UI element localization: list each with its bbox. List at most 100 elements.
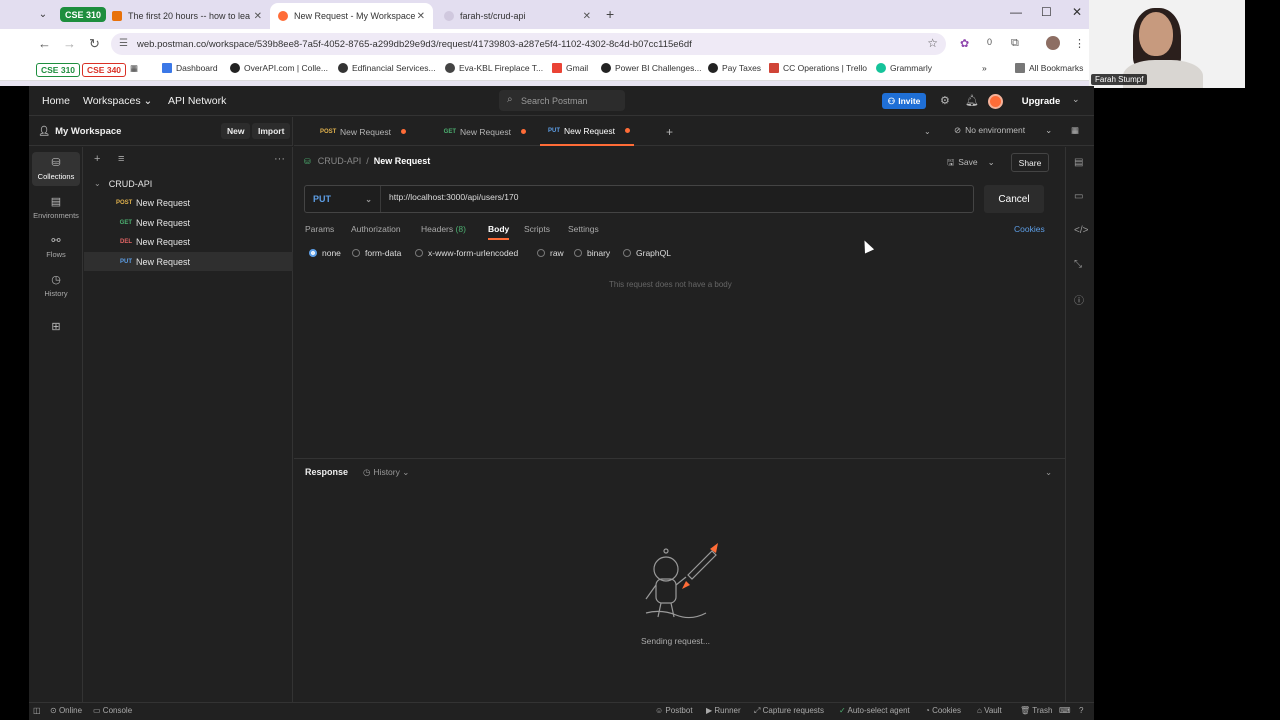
new-tab-icon[interactable]: + — [606, 6, 614, 22]
response-divider[interactable] — [294, 458, 1065, 459]
close-window-icon[interactable]: ✕ — [1072, 5, 1082, 19]
new-button[interactable]: New — [221, 123, 251, 139]
filter-icon[interactable]: ≡ — [118, 153, 124, 165]
tree-request-put[interactable]: PUT New Request — [84, 252, 293, 271]
more-bookmarks-icon[interactable]: » — [982, 63, 987, 73]
cancel-button[interactable]: Cancel — [984, 185, 1044, 213]
bookmark-group-cse310[interactable]: CSE 310 — [36, 63, 81, 77]
site-info-icon[interactable]: ☰ — [119, 38, 128, 49]
toggle-sidebar-icon[interactable]: ◫ — [33, 706, 41, 715]
status-capture-requests[interactable]: ⤢ Capture requests — [754, 706, 824, 716]
tab-authorization[interactable]: Authorization — [351, 224, 401, 234]
code-icon[interactable]: </> — [1074, 225, 1088, 236]
tab-headers[interactable]: Headers (8) — [421, 224, 466, 234]
nav-api-network[interactable]: API Network — [168, 95, 226, 107]
response-history-button[interactable]: ◷ History ⌄ — [363, 467, 409, 478]
address-bar[interactable]: ☰ web.postman.co/workspace/539b8ee8-7a5f… — [111, 33, 946, 55]
tree-request-delete[interactable]: DEL New Request — [84, 232, 293, 251]
browser-menu-icon[interactable]: ⋮ — [1074, 37, 1085, 50]
search-input[interactable]: ⌕ Search Postman — [499, 90, 625, 111]
bookmark-star-icon[interactable]: ☆ — [927, 36, 938, 50]
bookmark-trello[interactable]: CC Operations | Trello — [769, 63, 867, 73]
collection-crud-api[interactable]: ⌄ CRUD-API — [84, 174, 293, 193]
new-tab-plus-icon[interactable]: + — [666, 117, 673, 146]
browser-tab[interactable]: farah-st/crud-api ✕ — [436, 3, 599, 29]
documentation-icon[interactable]: ▤ — [1074, 157, 1083, 168]
browser-tab[interactable]: The first 20 hours -- how to lea ✕ — [104, 3, 270, 29]
bookmark-gmail[interactable]: Gmail — [552, 63, 588, 73]
bookmark-grammarly[interactable]: Grammarly — [876, 63, 932, 73]
all-bookmarks[interactable]: All Bookmarks — [1015, 63, 1083, 73]
bookmark-group-cse340[interactable]: CSE 340 — [82, 63, 127, 77]
extension-icon[interactable]: ✿ — [960, 37, 969, 50]
close-tab-icon[interactable]: ✕ — [583, 11, 591, 22]
request-tab-post[interactable]: POST New Request — [320, 117, 407, 146]
share-button[interactable]: Share — [1011, 153, 1049, 172]
environment-select[interactable]: ⊘ No environment ⌄ — [954, 125, 1052, 136]
more-options-icon[interactable]: ··· — [274, 153, 285, 165]
tab-params[interactable]: Params — [305, 224, 334, 234]
rail-configure[interactable]: ⊞ — [32, 316, 80, 350]
radio-graphql[interactable]: GraphQL — [623, 248, 671, 258]
rail-environments[interactable]: ▤ Environments — [32, 191, 80, 225]
radio-binary[interactable]: binary — [574, 248, 610, 258]
nav-home[interactable]: Home — [42, 95, 70, 107]
status-vault[interactable]: ⌂ Vault — [977, 706, 1002, 715]
status-console[interactable]: ▭ Console — [93, 706, 132, 715]
bookmark-power-bi[interactable]: Power BI Challenges... — [601, 63, 701, 73]
rail-history[interactable]: ◷ History — [32, 269, 80, 303]
status-runner[interactable]: ▶ Runner — [706, 706, 741, 715]
notifications-bell-icon[interactable]: 🔔︎ — [965, 94, 979, 107]
close-tab-icon[interactable]: ✕ — [254, 11, 262, 22]
info-icon[interactable]: ⓘ — [1074, 292, 1084, 307]
request-tab-put[interactable]: PUT New Request — [540, 117, 635, 146]
radio-raw[interactable]: raw — [537, 248, 564, 258]
bookmark-overapi[interactable]: OverAPI.com | Colle... — [230, 63, 328, 73]
back-icon[interactable]: ← — [38, 36, 51, 51]
status-cookies[interactable]: ◔ Cookies — [925, 706, 961, 715]
rail-flows[interactable]: ⚯ Flows — [32, 230, 80, 264]
browser-tab-active[interactable]: New Request - My Workspace ✕ — [270, 3, 433, 29]
status-trash[interactable]: 🗑︎ Trash — [1020, 706, 1052, 715]
extensions-puzzle-icon[interactable]: ⧉ — [1011, 37, 1019, 50]
nav-workspaces[interactable]: Workspaces ⌄ — [83, 95, 152, 107]
tabs-dropdown-icon[interactable]: ⌄ — [924, 117, 931, 146]
status-auto-select-agent[interactable]: ✓ Auto-select agent — [839, 706, 910, 715]
related-collections-icon[interactable]: ⤡ — [1074, 259, 1082, 270]
tree-request-post[interactable]: POST New Request — [84, 193, 293, 212]
add-icon[interactable]: + — [94, 153, 100, 165]
url-input[interactable]: http://localhost:3000/api/users/170 — [389, 192, 518, 202]
rail-collections[interactable]: ⛁ Collections — [32, 152, 80, 186]
radio-none[interactable]: none — [309, 248, 341, 258]
radio-x-www-form-urlencoded[interactable]: x-www-form-urlencoded — [415, 248, 518, 258]
close-tab-icon[interactable]: ✕ — [417, 11, 425, 22]
workspace-title[interactable]: 👤︎ My Workspace — [38, 126, 121, 137]
minimize-icon[interactable]: — — [1010, 5, 1022, 19]
environment-quick-look-icon[interactable]: ▦ — [1071, 125, 1079, 136]
chevron-down-icon[interactable]: ⌄ — [1072, 94, 1080, 105]
bookmark-edfinancial[interactable]: Edfinancial Services... — [338, 63, 436, 73]
tab-scripts[interactable]: Scripts — [524, 224, 550, 234]
reload-icon[interactable]: ↻ — [89, 36, 100, 52]
upgrade-button[interactable]: Upgrade — [1015, 93, 1067, 109]
tab-search-icon[interactable]: ⌄ — [35, 6, 51, 22]
invite-button[interactable]: ⚇ Invite — [882, 93, 926, 109]
bookmark-pay-taxes[interactable]: Pay Taxes — [708, 63, 761, 73]
profile-avatar[interactable] — [1046, 36, 1060, 50]
avatar[interactable] — [988, 94, 1003, 109]
help-icon[interactable]: ? — [1079, 706, 1083, 715]
status-postbot[interactable]: ☺ Postbot — [655, 706, 693, 715]
import-button[interactable]: Import — [252, 123, 291, 139]
settings-gear-icon[interactable]: ⚙ — [940, 94, 950, 107]
bookmark-eva-kbl[interactable]: Eva-KBL Fireplace T... — [445, 63, 543, 73]
method-select[interactable]: PUT ⌄ — [305, 186, 381, 212]
save-button[interactable]: 🖫︎ Save ⌄ — [947, 157, 995, 171]
tab-body[interactable]: Body — [488, 224, 510, 240]
request-tab-get[interactable]: GET New Request — [440, 117, 527, 146]
breadcrumb-collection[interactable]: CRUD-API — [318, 156, 362, 166]
keyboard-shortcuts-icon[interactable]: ⌨ — [1059, 706, 1071, 715]
radio-form-data[interactable]: form-data — [352, 248, 401, 258]
apps-grid-icon[interactable]: ▦ — [130, 63, 138, 74]
status-online[interactable]: ⊙ Online — [50, 706, 82, 715]
tab-settings[interactable]: Settings — [568, 224, 599, 234]
